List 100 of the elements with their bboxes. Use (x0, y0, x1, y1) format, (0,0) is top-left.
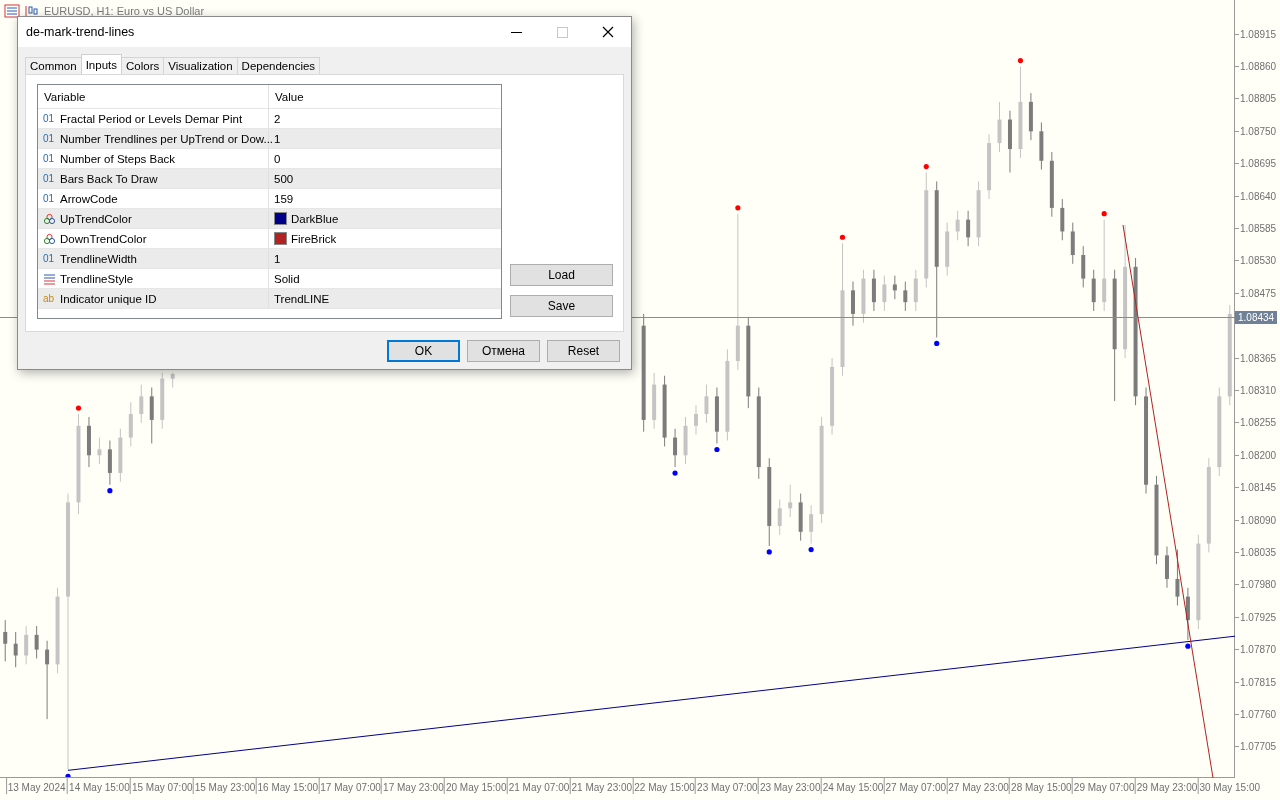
number-type-icon: 01 (43, 133, 56, 144)
candlestick (892, 275, 897, 300)
candlestick (13, 631, 18, 668)
price-label: 1.08035 (1240, 546, 1277, 558)
variable-name: DownTrendColor (60, 232, 147, 245)
price-label: 1.08310 (1240, 384, 1277, 396)
tab[interactable]: Common (25, 57, 82, 74)
candlestick (673, 428, 678, 468)
maximize-icon (556, 26, 568, 38)
fractal-dot (1017, 57, 1024, 64)
time-label: 20 May 15:00 (445, 782, 507, 793)
candlestick (809, 504, 814, 545)
close-icon[interactable] (602, 26, 614, 38)
time-label: 17 May 07:00 (320, 782, 381, 793)
time-label: 21 May 07:00 (508, 782, 570, 793)
price-label: 1.08915 (1240, 28, 1277, 40)
price-label: 1.08090 (1240, 514, 1277, 526)
variable-name: TrendlineWidth (60, 252, 137, 265)
column-header[interactable]: Variable (38, 85, 269, 108)
fractal-dot (735, 205, 741, 211)
variable-value[interactable]: TrendLINE (274, 292, 330, 305)
number-type-icon: 01 (43, 253, 56, 264)
candlestick (966, 210, 971, 247)
variable-name: Bars Back To Draw (60, 172, 158, 185)
time-label: 24 May 15:00 (822, 782, 884, 793)
time-label: 15 May 23:00 (194, 782, 256, 793)
variable-value[interactable]: DarkBlue (291, 212, 339, 225)
dialog-button[interactable]: Отмена (467, 340, 540, 362)
price-label: 1.07870 (1240, 644, 1277, 656)
variable-value[interactable]: 2 (274, 112, 281, 125)
chart-title: EURUSD, H1: Euro vs US Dollar (44, 5, 205, 17)
side-button[interactable]: Save (510, 295, 613, 317)
candlestick (1102, 219, 1107, 312)
fractal-dot (75, 405, 82, 411)
list-icon[interactable] (4, 4, 20, 18)
price-label: 1.07925 (1240, 611, 1277, 623)
candlestick (955, 210, 960, 241)
current-price-label: 1.08434 (1235, 311, 1278, 324)
column-header[interactable]: Value (269, 85, 501, 108)
time-label: 27 May 07:00 (885, 782, 947, 793)
variable-value[interactable]: 1 (274, 252, 281, 265)
candlestick (694, 404, 698, 436)
time-label: 27 May 23:00 (948, 782, 1009, 793)
time-label: 17 May 23:00 (383, 782, 444, 793)
variable-value[interactable]: 0 (274, 152, 281, 165)
minimize-icon[interactable] (510, 31, 522, 33)
tab[interactable]: Inputs (80, 54, 122, 74)
variable-name: TrendlineStyle (60, 272, 134, 285)
price-label: 1.08475 (1240, 287, 1277, 299)
text-type-icon: ab (43, 293, 56, 304)
side-button[interactable]: Load (510, 264, 613, 286)
price-label: 1.08805 (1240, 93, 1277, 105)
variable-value[interactable]: 1 (274, 132, 281, 145)
candlestick (107, 440, 112, 486)
price-label: 1.08695 (1240, 158, 1277, 170)
variable-value[interactable]: 500 (274, 172, 294, 185)
price-label: 1.08530 (1240, 255, 1277, 267)
candlestick (871, 269, 876, 312)
candlestick (997, 101, 1002, 153)
candlestick (149, 387, 154, 444)
time-label: 23 May 23:00 (759, 782, 821, 793)
fractal-dot (934, 340, 940, 347)
fractal-dot (1185, 643, 1191, 649)
price-label: 1.08365 (1240, 352, 1277, 364)
time-label: 29 May 07:00 (1073, 782, 1135, 793)
candlestick (788, 484, 793, 518)
time-label: 23 May 07:00 (697, 782, 758, 793)
number-type-icon: 01 (43, 193, 56, 204)
fractal-dot (766, 549, 772, 555)
time-label: 28 May 15:00 (1011, 782, 1072, 793)
candlestick (704, 384, 709, 424)
price-label: 1.08750 (1240, 125, 1277, 137)
variable-name: Number Trendlines per UpTrend or Dow... (60, 132, 274, 145)
time-label: 29 May 23:00 (1136, 782, 1198, 793)
price-label: 1.07980 (1240, 579, 1277, 591)
price-label: 1.07815 (1240, 676, 1277, 688)
variable-name: Number of Steps Back (60, 152, 176, 165)
variable-value[interactable]: FireBrick (291, 232, 337, 245)
variable-value[interactable]: 159 (274, 192, 294, 205)
price-label: 1.08585 (1240, 223, 1277, 234)
time-label: 14 May 15:00 (69, 782, 130, 793)
candlestick (1081, 245, 1086, 288)
chart-icon[interactable] (24, 4, 40, 18)
fractal-dot (1101, 211, 1107, 217)
dialog-button[interactable]: Reset (547, 340, 620, 362)
candlestick (34, 625, 39, 659)
candlestick (777, 498, 782, 536)
variable-value[interactable]: Solid (274, 272, 300, 285)
candlestick (1091, 269, 1096, 312)
number-type-icon: 01 (43, 173, 56, 184)
price-label: 1.08255 (1240, 417, 1277, 429)
price-label: 1.08200 (1240, 449, 1277, 461)
candlestick (128, 401, 133, 447)
price-label: 1.08145 (1240, 482, 1277, 494)
price-label: 1.07705 (1240, 741, 1277, 753)
candlestick (45, 640, 50, 720)
time-label: 30 May 15:00 (1199, 782, 1261, 793)
dialog-button[interactable]: OK (387, 340, 460, 362)
tab[interactable]: Dependencies (236, 57, 321, 74)
fractal-dot (672, 470, 678, 476)
